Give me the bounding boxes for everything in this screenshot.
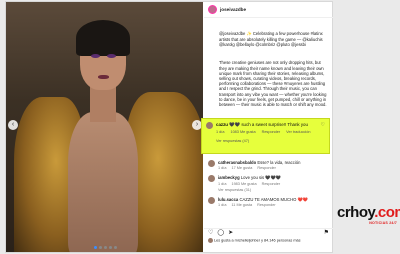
heart-icon[interactable]: ♡ bbox=[208, 230, 213, 236]
carousel-dot[interactable] bbox=[94, 246, 97, 249]
comment-meta: 1 día 17 Me gusta Responder bbox=[218, 166, 300, 171]
caption-line: These creative geniuses are not only dro… bbox=[219, 60, 328, 108]
bookmark-icon[interactable]: ⚑ bbox=[324, 230, 329, 236]
comment-icon[interactable]: ◯ bbox=[217, 230, 224, 236]
view-replies-link[interactable]: Ver respuestas (47) bbox=[216, 139, 325, 145]
reply-button[interactable]: Responder bbox=[262, 130, 281, 136]
translate-button[interactable]: Ver traducción bbox=[286, 130, 310, 136]
comment-text: 🖤🖤 such a sweet surprise!! Thank you bbox=[229, 122, 308, 127]
likes-summary[interactable]: Les gusta a michelleljohber y 84.146 per… bbox=[208, 238, 301, 244]
view-replies-link[interactable]: Ver respuestas (31) bbox=[218, 188, 281, 193]
post-header: joseivazdbe bbox=[204, 2, 333, 18]
photo-eye-right bbox=[107, 54, 116, 58]
carousel-dot[interactable] bbox=[104, 246, 107, 249]
logo-text-black: crhoy bbox=[337, 204, 375, 221]
comment-time: 1 día bbox=[218, 166, 227, 171]
comment-time: 1 día bbox=[218, 181, 227, 186]
comments-list: catherasnabsbaldo Esse? la vida, reacció… bbox=[204, 158, 333, 210]
carousel-dot[interactable] bbox=[109, 246, 112, 249]
avatar[interactable] bbox=[208, 5, 217, 14]
comment-text: Love you sis 🖤🖤🖤 bbox=[240, 175, 281, 181]
avatar[interactable] bbox=[208, 160, 215, 167]
comment-time: 1 día bbox=[218, 203, 227, 208]
avatar[interactable] bbox=[208, 197, 215, 205]
comment-username[interactable]: lulu.sacca bbox=[218, 197, 238, 202]
caption-line: @joseivazdbe ✨ Celebrating a few powerho… bbox=[219, 31, 324, 47]
carousel-dot[interactable] bbox=[114, 246, 117, 249]
reply-button[interactable]: Responder bbox=[257, 203, 276, 208]
comment-item: catherasnabsbaldo Esse? la vida, reacció… bbox=[204, 158, 333, 173]
comment-item: lulu.sacca CAZZU TE AMAMOS MUCHO ❤️❤️ 1 … bbox=[204, 195, 333, 210]
heart-icon[interactable]: ♡ bbox=[321, 122, 325, 129]
photo-lips bbox=[98, 75, 109, 79]
carousel-dot[interactable] bbox=[99, 246, 102, 249]
comment-meta: 1 día 1083 Me gusta Responder Ver traduc… bbox=[216, 130, 325, 136]
photo-hair bbox=[76, 20, 130, 56]
comment-likes[interactable]: 1983 Me gusta bbox=[231, 182, 256, 187]
comment-likes[interactable]: 1083 Me gusta bbox=[230, 130, 255, 136]
highlighted-comment: ♡ cazzu 🖤🖤 such a sweet surprise!! Thank… bbox=[201, 118, 330, 154]
comment-text: CAZZU TE AMAMOS MUCHO ❤️❤️ bbox=[239, 197, 308, 203]
reply-button[interactable]: Responder bbox=[257, 166, 276, 171]
comment-item: iambeckyg Love you sis 🖤🖤🖤 1 día 1983 Me… bbox=[204, 173, 333, 195]
comment-likes[interactable]: 17 Me gusta bbox=[231, 166, 252, 171]
logo-text-red: .com bbox=[374, 204, 400, 221]
post-actions: ♡ ◯ ➤ ⚑ bbox=[204, 228, 333, 238]
comment-username[interactable]: cazzu bbox=[216, 122, 228, 127]
crhoy-logo: crhoy.com NOTICIAS 24/7 bbox=[337, 204, 400, 227]
comment-username[interactable]: iambeckyg bbox=[218, 175, 240, 180]
likes-text: Les gusta a michelleljohber y 84.146 per… bbox=[214, 238, 301, 243]
chevron-left-icon[interactable]: ‹ bbox=[8, 120, 18, 130]
send-icon[interactable]: ➤ bbox=[228, 230, 233, 236]
comment-meta: 1 día 1983 Me gusta Responder bbox=[218, 182, 281, 187]
photo-eye-left bbox=[91, 54, 100, 58]
post-username[interactable]: joseivazdbe bbox=[220, 7, 246, 12]
comment-username[interactable]: catherasnabsbaldo bbox=[218, 160, 256, 165]
screenshot-frame: ‹ › joseivazdbe @joseivazdbe ✨ Celebrati… bbox=[0, 0, 400, 254]
logo-wordmark: crhoy.com bbox=[337, 204, 400, 221]
photo-body bbox=[68, 112, 138, 252]
avatar[interactable] bbox=[208, 175, 215, 183]
avatar[interactable] bbox=[206, 122, 213, 129]
avatar bbox=[208, 238, 213, 243]
post-photo[interactable]: ‹ › bbox=[6, 2, 203, 252]
reply-button[interactable]: Responder bbox=[262, 182, 281, 187]
comment-text: Esse? la vida, reacción bbox=[257, 160, 301, 165]
comment-likes[interactable]: 11 Me gusta bbox=[231, 203, 252, 208]
logo-tagline: NOTICIAS 24/7 bbox=[369, 221, 397, 225]
carousel-dots bbox=[94, 246, 117, 249]
comment-time: 1 día bbox=[216, 130, 225, 134]
comment-meta: 1 día 11 Me gusta Responder bbox=[218, 203, 308, 208]
